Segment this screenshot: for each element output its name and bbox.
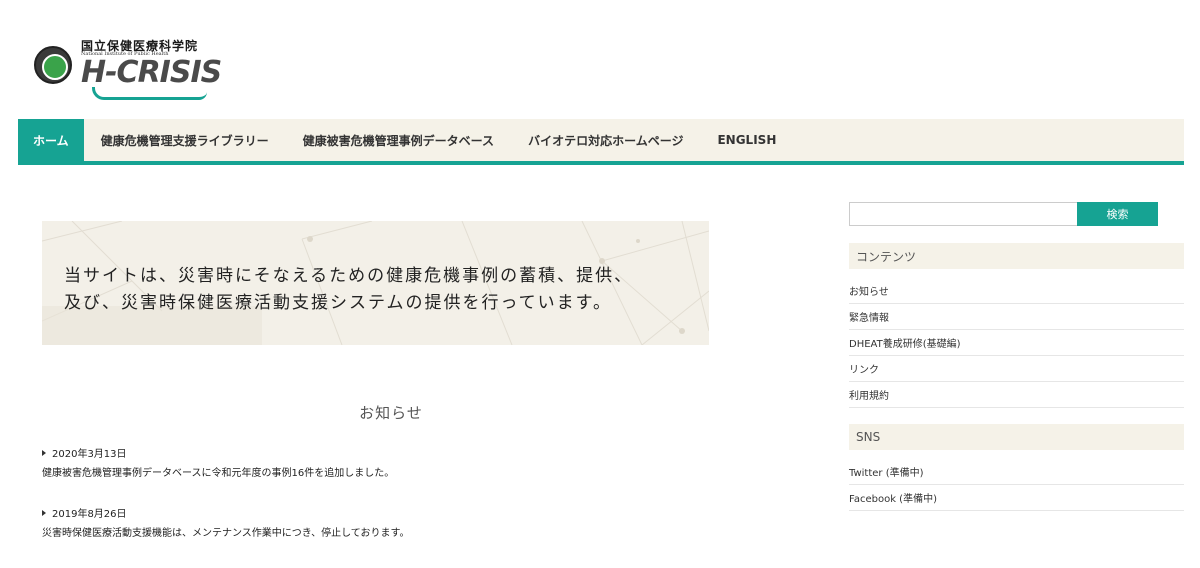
nav-english[interactable]: ENGLISH [700,119,793,161]
nav-library[interactable]: 健康危機管理支援ライブラリー [84,119,286,161]
sns-item-facebook[interactable]: Facebook (準備中) [849,485,1184,511]
nav-home[interactable]: ホーム [18,119,84,161]
news-date: 2019年8月26日 [52,509,127,520]
sns-list: Twitter (準備中) Facebook (準備中) [849,459,1184,511]
contents-list: お知らせ 緊急情報 DHEAT養成研修(基礎編) リンク 利用規約 [849,278,1184,408]
nav-case-database[interactable]: 健康被害危機管理事例データベース [286,119,511,161]
hero-banner: 当サイトは、災害時にそなえるための健康危機事例の蓄積、提供、 及び、災害時保健医… [42,221,709,345]
news-text[interactable]: 災害時保健医療活動支援機能は、メンテナンス作業中につき、停止しております。 [42,524,410,539]
sns-item-twitter[interactable]: Twitter (準備中) [849,459,1184,485]
contents-heading: コンテンツ [849,243,1184,269]
contents-item-links[interactable]: リンク [849,356,1184,382]
main-nav: ホーム 健康危機管理支援ライブラリー 健康被害危機管理事例データベース バイオテ… [18,119,1184,165]
logo-swoosh [92,87,207,100]
contents-item-news[interactable]: お知らせ [849,278,1184,304]
news-item: 2019年8月26日 災害時保健医療活動支援機能は、メンテナンス作業中につき、停… [42,505,410,539]
contents-item-emergency[interactable]: 緊急情報 [849,304,1184,330]
contents-item-terms[interactable]: 利用規約 [849,382,1184,408]
news-item: 2020年3月13日 健康被害危機管理事例データベースに令和元年度の事例16件を… [42,445,394,479]
news-heading: お知らせ [359,404,423,422]
sns-heading: SNS [849,424,1184,450]
banner-text-line1: 当サイトは、災害時にそなえるための健康危機事例の蓄積、提供、 [64,266,634,286]
nav-bioterror[interactable]: バイオテロ対応ホームページ [511,119,700,161]
site-logo[interactable]: 国立保健医療科学院 National Institute of Public H… [34,37,222,100]
institute-seal-icon [34,46,72,84]
logo-hcrisis: H-CRISIS [81,55,222,90]
search-button[interactable]: 検索 [1077,202,1158,226]
news-text[interactable]: 健康被害危機管理事例データベースに令和元年度の事例16件を追加しました。 [42,464,394,479]
contents-item-dheat[interactable]: DHEAT養成研修(基礎編) [849,330,1184,356]
banner-text-line2: 及び、災害時保健医療活動支援システムの提供を行っています。 [64,293,612,313]
search-input[interactable] [849,202,1079,226]
bullet-triangle-icon [42,509,46,516]
bullet-triangle-icon [42,449,46,456]
news-date: 2020年3月13日 [52,449,127,460]
